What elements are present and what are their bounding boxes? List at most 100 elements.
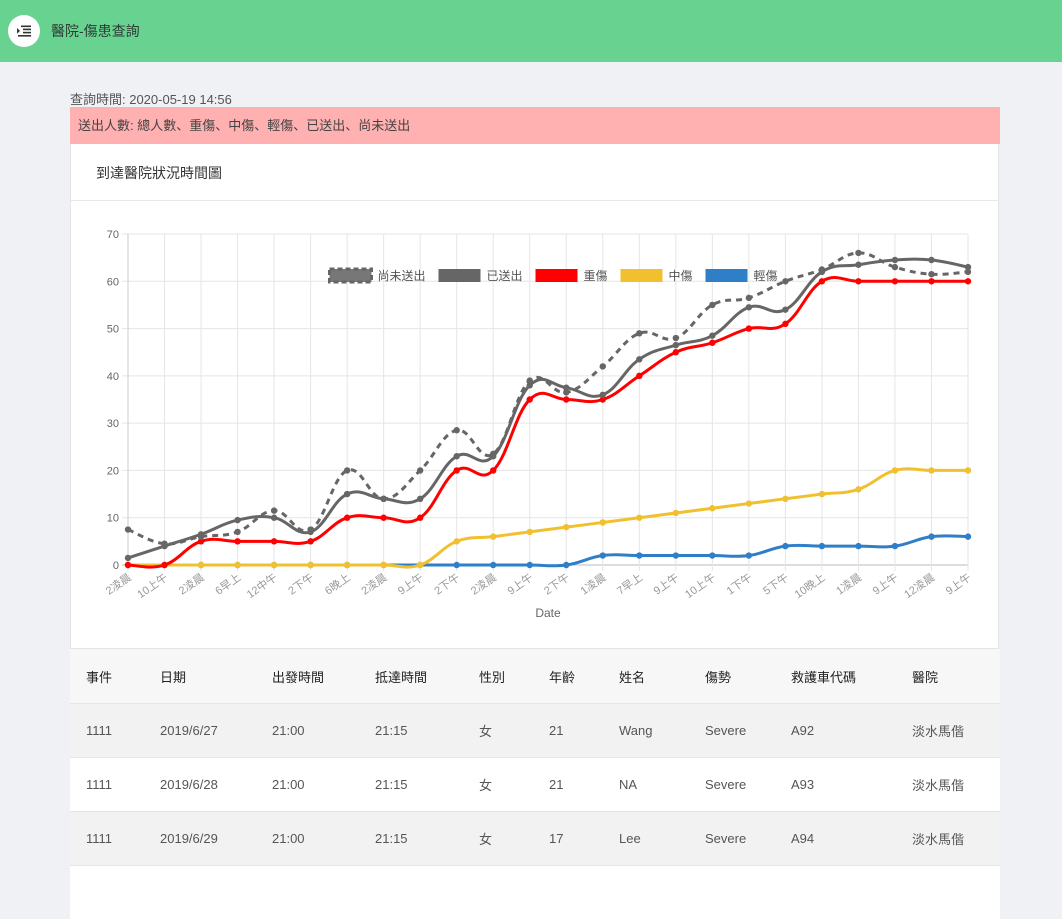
x-tick-label: 10上午 xyxy=(683,571,719,601)
x-axis-label: Date xyxy=(535,606,561,620)
data-point xyxy=(891,278,899,285)
data-point xyxy=(270,507,278,514)
column-header: 年齡 xyxy=(549,669,576,685)
x-tick-label: 9上午 xyxy=(651,571,681,598)
patient-table: 事件 日期 出發時間 抵達時間 性別 年齡 姓名 傷勢 救護車代碼 醫院 1111 2019/6/27… xyxy=(70,649,1000,919)
data-point xyxy=(453,467,460,474)
y-tick-label: 60 xyxy=(107,276,119,288)
legend-label: 中傷 xyxy=(669,268,693,283)
data-point xyxy=(453,453,460,460)
x-tick-label: 10晚上 xyxy=(792,571,828,601)
x-tick-label: 2凌晨 xyxy=(103,570,134,598)
data-point xyxy=(307,526,314,533)
data-point xyxy=(234,516,241,524)
data-point xyxy=(928,467,935,474)
table-cell: Severe xyxy=(705,777,747,792)
data-point xyxy=(490,533,497,540)
y-tick-label: 40 xyxy=(107,371,119,383)
data-point xyxy=(124,526,132,533)
data-point xyxy=(416,467,424,474)
data-point xyxy=(636,552,643,559)
data-point xyxy=(855,261,862,268)
x-tick-label: 9上午 xyxy=(870,571,900,598)
x-tick-label: 1凌晨 xyxy=(833,570,864,598)
data-point xyxy=(270,561,278,569)
data-point xyxy=(453,561,460,569)
x-tick-label: 6晚上 xyxy=(322,571,352,598)
data-point xyxy=(563,389,570,396)
data-point xyxy=(599,391,606,398)
data-point xyxy=(818,490,826,498)
data-point xyxy=(453,538,460,545)
x-tick-label: 1下午 xyxy=(724,571,754,598)
data-point xyxy=(964,268,972,276)
data-point xyxy=(709,505,716,512)
data-point xyxy=(453,427,460,434)
legend-swatch xyxy=(328,267,373,284)
data-point xyxy=(636,330,643,337)
table-cell: 2019/6/27 xyxy=(160,723,218,738)
legend-swatch xyxy=(535,269,578,282)
data-point xyxy=(526,561,533,569)
x-tick-label: 5下午 xyxy=(761,571,791,598)
data-point xyxy=(672,349,680,356)
data-point xyxy=(709,332,716,339)
data-point xyxy=(526,396,533,403)
data-point xyxy=(964,533,972,540)
x-tick-label: 2下午 xyxy=(432,571,462,598)
menu-button[interactable] xyxy=(8,15,40,47)
data-point xyxy=(855,249,862,257)
data-point xyxy=(526,528,533,536)
app-title: 醫院-傷患查詢 xyxy=(51,23,140,39)
arrival-chart: 0102030405060702凌晨 10上午 2凌晨 6早上 12中午 2下午 6晚上 2凌… xyxy=(103,229,974,620)
chart-card-title: 到達醫院狀況時間圖 xyxy=(71,144,998,201)
data-point xyxy=(782,542,789,550)
data-point xyxy=(928,533,935,540)
data-point xyxy=(964,467,972,474)
table-row xyxy=(70,865,1000,919)
x-tick-label: 6早上 xyxy=(213,571,243,598)
data-point xyxy=(636,356,643,363)
data-point xyxy=(818,266,826,273)
table-cell: 女 xyxy=(479,832,493,847)
x-tick-label: 12凌晨 xyxy=(901,570,937,601)
x-tick-label: 2凌晨 xyxy=(358,570,389,598)
series-line xyxy=(127,257,969,560)
x-tick-label: 2凌晨 xyxy=(176,570,207,598)
series-line xyxy=(127,276,968,569)
table-cell: 17 xyxy=(549,831,564,846)
table-cell: 21 xyxy=(549,777,564,792)
data-point xyxy=(599,552,606,559)
data-point xyxy=(928,256,935,264)
data-point xyxy=(891,263,899,271)
table-cell: 21:15 xyxy=(375,723,408,738)
data-point xyxy=(124,554,132,562)
data-point xyxy=(307,561,314,569)
table-cell: 女 xyxy=(479,778,493,793)
table-cell: 淡水馬偕 xyxy=(912,832,965,847)
data-point xyxy=(891,256,899,264)
data-point xyxy=(672,509,680,517)
chart-card: 到達醫院狀況時間圖 0 10 20 30 40 50 60 70 2凌晨 10上午 2凌晨 6早上 12… xyxy=(70,144,999,649)
legend-label: 尚未送出 xyxy=(378,268,426,283)
column-header: 事件 xyxy=(86,669,113,685)
x-tick-label: 1凌晨 xyxy=(577,570,608,598)
data-point xyxy=(599,363,606,370)
data-point xyxy=(672,552,680,559)
data-point xyxy=(745,325,753,332)
y-tick-label: 30 xyxy=(107,418,119,430)
data-point xyxy=(928,270,935,278)
data-point xyxy=(782,320,789,328)
table-row: 1111 2019/6/29 21:00 21:15 女 17 Lee Severe A94 淡水… xyxy=(70,811,1000,865)
x-tick-label: 12中午 xyxy=(244,571,280,601)
table-cell: 21 xyxy=(549,723,564,738)
data-point xyxy=(124,561,132,569)
legend-label: 已送出 xyxy=(487,268,523,283)
table-cell: 1111 xyxy=(86,723,113,738)
data-point xyxy=(891,542,899,550)
legend-swatch xyxy=(438,269,481,282)
data-point xyxy=(416,514,424,521)
data-point xyxy=(782,306,789,313)
data-point xyxy=(709,552,716,559)
legend-swatch xyxy=(620,269,663,282)
